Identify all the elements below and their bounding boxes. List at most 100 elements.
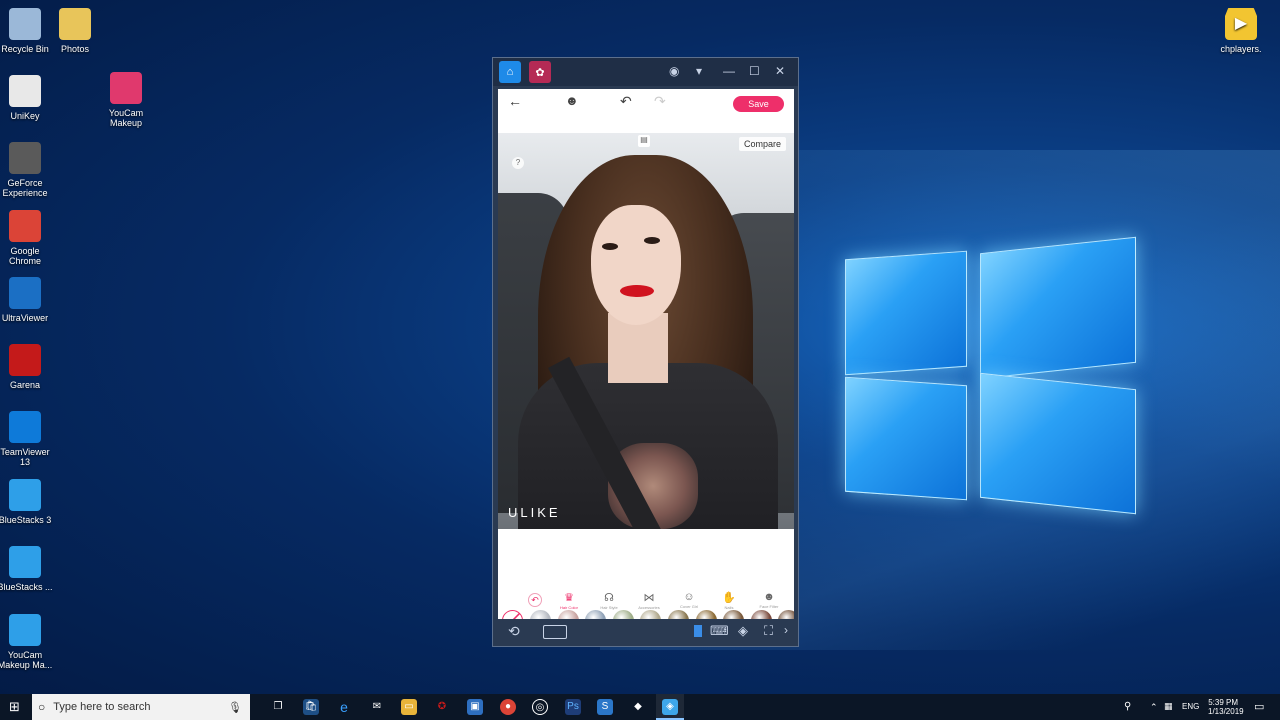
garena-icon	[9, 344, 41, 376]
reset-icon[interactable]: ↶	[528, 593, 542, 607]
desktop-icon[interactable]: UniKey	[0, 75, 55, 121]
keyboard-icon[interactable]: ⌨	[710, 623, 729, 639]
garena-taskbar-icon[interactable]: ✪	[434, 699, 450, 715]
tool-label: Hair Color	[559, 605, 578, 610]
photoshop-icon[interactable]: Ps	[565, 699, 581, 715]
home-tab-icon[interactable]: ⌂	[499, 61, 521, 83]
desktop-icon[interactable]: UltraViewer	[0, 277, 55, 323]
geforce-icon	[9, 142, 41, 174]
sublime-icon[interactable]: S	[597, 699, 613, 715]
cover-girl-icon: ☺	[683, 591, 695, 603]
tool-nails[interactable]: ✋ Nails	[712, 591, 746, 610]
editor-topbar: ← ☻ ↶ ↷ Save	[498, 89, 794, 115]
photos-folder-icon	[59, 8, 91, 40]
emulator-titlebar: ⌂ ✿ ◉ ▾ — ☐ ✕	[493, 58, 798, 86]
desktop-icon[interactable]: YouCam Makeup Ma...	[0, 614, 55, 670]
desktop-icon[interactable]: YouCam Makeup	[96, 72, 156, 128]
taskbar: ⊞ ○ Type here to search 🎙 ❐ 🛍 e ✉ ▭ ✪ ▣ …	[0, 694, 1280, 720]
search-icon: ○	[38, 700, 46, 714]
minimize-icon[interactable]: —	[723, 64, 735, 78]
bluestacks-window: ⌂ ✿ ◉ ▾ — ☐ ✕ ← ☻ ↶ ↷ Save ▤ ? Compare U…	[492, 57, 799, 647]
portrait-mode-icon[interactable]	[694, 625, 702, 637]
tool-label: Nails	[724, 605, 734, 610]
tool-cover-girl[interactable]: ☺ Cover Girl	[672, 591, 706, 609]
desktop-icon[interactable]: BlueStacks 3	[0, 479, 55, 525]
desktop-icon[interactable]: GeForce Experience	[0, 142, 55, 198]
tool-label: Hair Style	[600, 605, 618, 610]
hair-style-icon: ☊	[604, 592, 614, 604]
chrome-icon	[9, 210, 41, 242]
bluestacks-icon	[9, 546, 41, 578]
desktop-icon-label: BlueStacks 3	[0, 515, 52, 525]
tool-face-filter[interactable]: ☻ Face Filter	[752, 591, 786, 609]
people-icon[interactable]: ⚲	[1124, 701, 1131, 712]
android-home-icon[interactable]	[543, 625, 567, 639]
account-icon[interactable]: ◉	[669, 64, 679, 78]
desktop-icon[interactable]: TeamViewer 13	[0, 411, 55, 467]
fullscreen-icon[interactable]: ⛶	[764, 623, 773, 639]
compare-button[interactable]: Compare	[738, 137, 786, 151]
unikey-icon	[9, 75, 41, 107]
desktop-icon[interactable]: Photos	[45, 8, 105, 54]
left-eye	[602, 243, 618, 250]
desktop-icon[interactable]: Google Chrome	[0, 210, 55, 266]
expand-arrow-icon[interactable]: ›	[784, 623, 788, 637]
mail-icon[interactable]: ✉	[369, 699, 385, 715]
ultraviewer-icon	[9, 277, 41, 309]
active-app-indicator	[656, 694, 684, 720]
youcam-icon	[110, 72, 142, 104]
right-eye	[644, 237, 660, 244]
chplay-icon: ▶	[1225, 8, 1257, 40]
tool-label: Face Filter	[759, 604, 779, 609]
tool-hair-style[interactable]: ☊ Hair Style	[592, 591, 626, 610]
menu-dropdown-icon[interactable]: ▾	[696, 64, 702, 78]
microphone-icon[interactable]: 🎙	[228, 701, 242, 714]
clock[interactable]: 5:39 PM 1/13/2019	[1208, 698, 1244, 716]
desktop-icon-label: Photos	[60, 44, 90, 54]
desktop-icon[interactable]: BlueStacks ...	[0, 546, 55, 592]
language-indicator[interactable]: ENG	[1182, 702, 1199, 711]
notification-icon[interactable]: ▭	[1254, 700, 1264, 713]
back-arrow-icon[interactable]: ←	[508, 93, 522, 109]
store-icon[interactable]: 🛍	[303, 699, 319, 715]
teamviewer-icon	[9, 411, 41, 443]
taskbar-search-box[interactable]: ○ Type here to search 🎙	[32, 694, 250, 720]
photo-canvas[interactable]: ▤ ? Compare ULIKE	[498, 133, 794, 529]
ultraviewer-taskbar-icon[interactable]: ▣	[467, 699, 483, 715]
maximize-icon[interactable]: ☐	[749, 64, 760, 78]
desktop-icon-chplay[interactable]: ▶ chplayers.	[1211, 8, 1271, 54]
desktop-icon-label: BlueStacks ...	[0, 582, 53, 592]
recycle-bin-icon	[9, 8, 41, 40]
save-button[interactable]: Save	[733, 96, 784, 112]
start-windows-icon[interactable]: ⊞	[9, 699, 20, 715]
undo-icon[interactable]: ↶	[620, 93, 632, 110]
edge-icon[interactable]: e	[336, 699, 352, 715]
hair-profile-icon[interactable]: ☻	[565, 93, 579, 108]
desktop-icon-label: YouCam Makeup Ma...	[0, 650, 53, 670]
android-back-icon[interactable]: ⟲	[508, 623, 520, 640]
clock-time: 5:39 PM	[1208, 698, 1238, 707]
page-icon[interactable]: ▤	[638, 135, 650, 147]
desktop-icon-label: UniKey	[10, 111, 40, 121]
search-placeholder: Type here to search	[53, 701, 151, 713]
face-filter-icon: ☻	[763, 591, 775, 603]
watermark-text: ULIKE	[508, 505, 561, 520]
lips	[620, 285, 654, 297]
network-icon[interactable]: ▦	[1164, 701, 1173, 712]
close-icon[interactable]: ✕	[775, 64, 785, 78]
task-view-icon[interactable]: ❐	[270, 699, 286, 715]
tool-accessories[interactable]: ⋈ Accessories	[632, 591, 666, 610]
obs-icon[interactable]: ◎	[532, 699, 548, 715]
tool-hair-color[interactable]: ♛ Hair Color	[552, 591, 586, 610]
youcam-tab-icon[interactable]: ✿	[529, 61, 551, 83]
help-icon[interactable]: ?	[512, 157, 524, 169]
redo-icon[interactable]: ↷	[654, 93, 666, 110]
visibility-icon[interactable]: ◈	[738, 623, 748, 639]
desktop-icon[interactable]: Garena	[0, 344, 55, 390]
file-explorer-icon[interactable]: ▭	[401, 699, 417, 715]
tray-chevron-icon[interactable]: ⌃	[1150, 702, 1158, 713]
app-launcher-icon[interactable]: ◆	[630, 699, 646, 715]
clock-date: 1/13/2019	[1208, 707, 1244, 716]
chrome-taskbar-icon[interactable]: ●	[500, 699, 516, 715]
desktop-icon-label: Google Chrome	[8, 246, 41, 266]
